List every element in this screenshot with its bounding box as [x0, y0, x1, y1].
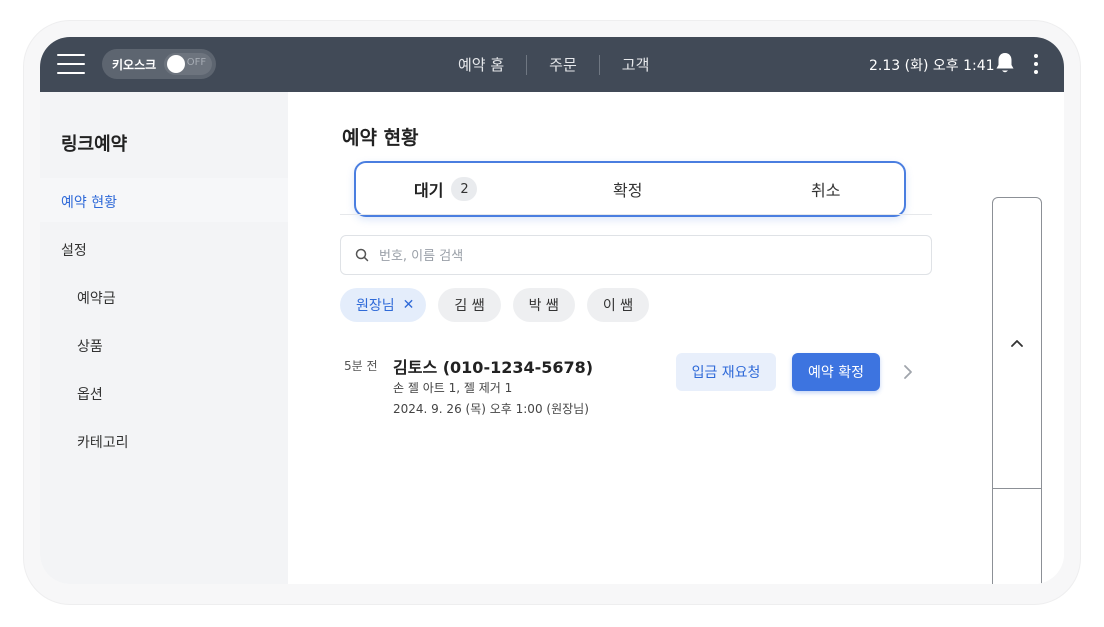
page-title: 예약 현황 [342, 127, 419, 149]
tab-confirmed-label: 확정 [613, 181, 643, 200]
tab-pending[interactable]: 대기 2 [414, 163, 478, 215]
reservation-datetime: 2024. 9. 26 (목) 오후 1:00 (원장님) [393, 402, 589, 416]
filter-chip-lee[interactable]: 이 쌤 [586, 288, 650, 322]
status-tabs: 대기 2 확정 취소 [354, 161, 906, 217]
nav-tab-reservation-home[interactable]: 예약 홈 [436, 54, 526, 75]
sidebar-item-options[interactable]: 옵션 [77, 384, 103, 404]
tabs-divider [340, 214, 932, 215]
rerequest-deposit-button[interactable]: 입금 재요청 [676, 353, 776, 391]
sidebar-item-settings[interactable]: 설정 [61, 240, 87, 260]
reservation-time-ago: 5분 전 [344, 359, 378, 373]
kiosk-switch-knob [167, 55, 186, 73]
filter-chip-label: 박 쌤 [528, 298, 559, 314]
nav-tab-orders[interactable]: 주문 [527, 54, 599, 75]
hamburger-menu-icon[interactable] [56, 51, 86, 77]
scroll-panel[interactable] [992, 197, 1042, 584]
filter-chip-label: 이 쌤 [602, 298, 634, 314]
close-icon[interactable]: ✕ [403, 297, 415, 313]
tab-pending-count-badge: 2 [451, 177, 478, 201]
chevron-up-icon[interactable] [1010, 338, 1024, 348]
clock: 2.13 (화) 오후 1:41 [869, 58, 995, 74]
search-icon [355, 248, 369, 262]
main-content: 예약 현황 대기 2 확정 취소 원장님 ✕ [288, 92, 1064, 584]
staff-filter-chips: 원장님 ✕ 김 쌤 박 쌤 이 쌤 [340, 288, 650, 322]
filter-chip-director[interactable]: 원장님 ✕ [340, 288, 427, 322]
tab-pending-label: 대기 [414, 181, 444, 200]
top-nav: 예약 홈 주문 고객 [436, 37, 671, 92]
sidebar: 링크예약 예약 현황 설정 예약금 상품 옵션 카테고리 [40, 92, 288, 584]
kebab-menu-icon[interactable] [1034, 54, 1038, 74]
sidebar-item-deposit[interactable]: 예약금 [77, 288, 116, 308]
kiosk-state-label: OFF [186, 57, 207, 68]
search-input[interactable] [379, 244, 919, 268]
confirm-reservation-button[interactable]: 예약 확정 [792, 353, 880, 391]
kiosk-toggle[interactable]: 키오스크 OFF [102, 49, 216, 79]
filter-chip-label: 원장님 [356, 298, 395, 314]
sidebar-item-reservation-status[interactable]: 예약 현황 [61, 192, 117, 212]
sidebar-title: 링크예약 [61, 134, 128, 155]
scroll-panel-divider [993, 488, 1041, 489]
filter-chip-label: 김 쌤 [454, 298, 485, 314]
kiosk-switch[interactable]: OFF [164, 53, 213, 75]
bell-icon[interactable] [994, 51, 1016, 75]
kiosk-label: 키오스크 [112, 57, 157, 72]
tab-cancelled[interactable]: 취소 [811, 163, 840, 215]
nav-tab-customers[interactable]: 고객 [600, 54, 672, 75]
device-screen: 키오스크 OFF 예약 홈 주문 고객 2.13 (화) 오후 1:41 링크예… [40, 37, 1064, 584]
reservation-services: 손 젤 아트 1, 젤 제거 1 [393, 381, 513, 395]
search-box [340, 235, 932, 275]
tab-confirmed[interactable]: 확정 [613, 163, 642, 215]
filter-chip-kim[interactable]: 김 쌤 [438, 288, 501, 322]
reservation-customer-name[interactable]: 김토스 (010-1234-5678) [393, 354, 593, 378]
tab-cancelled-label: 취소 [811, 181, 841, 200]
chevron-right-icon[interactable] [902, 364, 914, 380]
filter-chip-park[interactable]: 박 쌤 [512, 288, 575, 322]
top-bar: 키오스크 OFF 예약 홈 주문 고객 2.13 (화) 오후 1:41 [40, 37, 1064, 92]
sidebar-item-categories[interactable]: 카테고리 [77, 432, 129, 452]
sidebar-item-products[interactable]: 상품 [77, 336, 103, 356]
